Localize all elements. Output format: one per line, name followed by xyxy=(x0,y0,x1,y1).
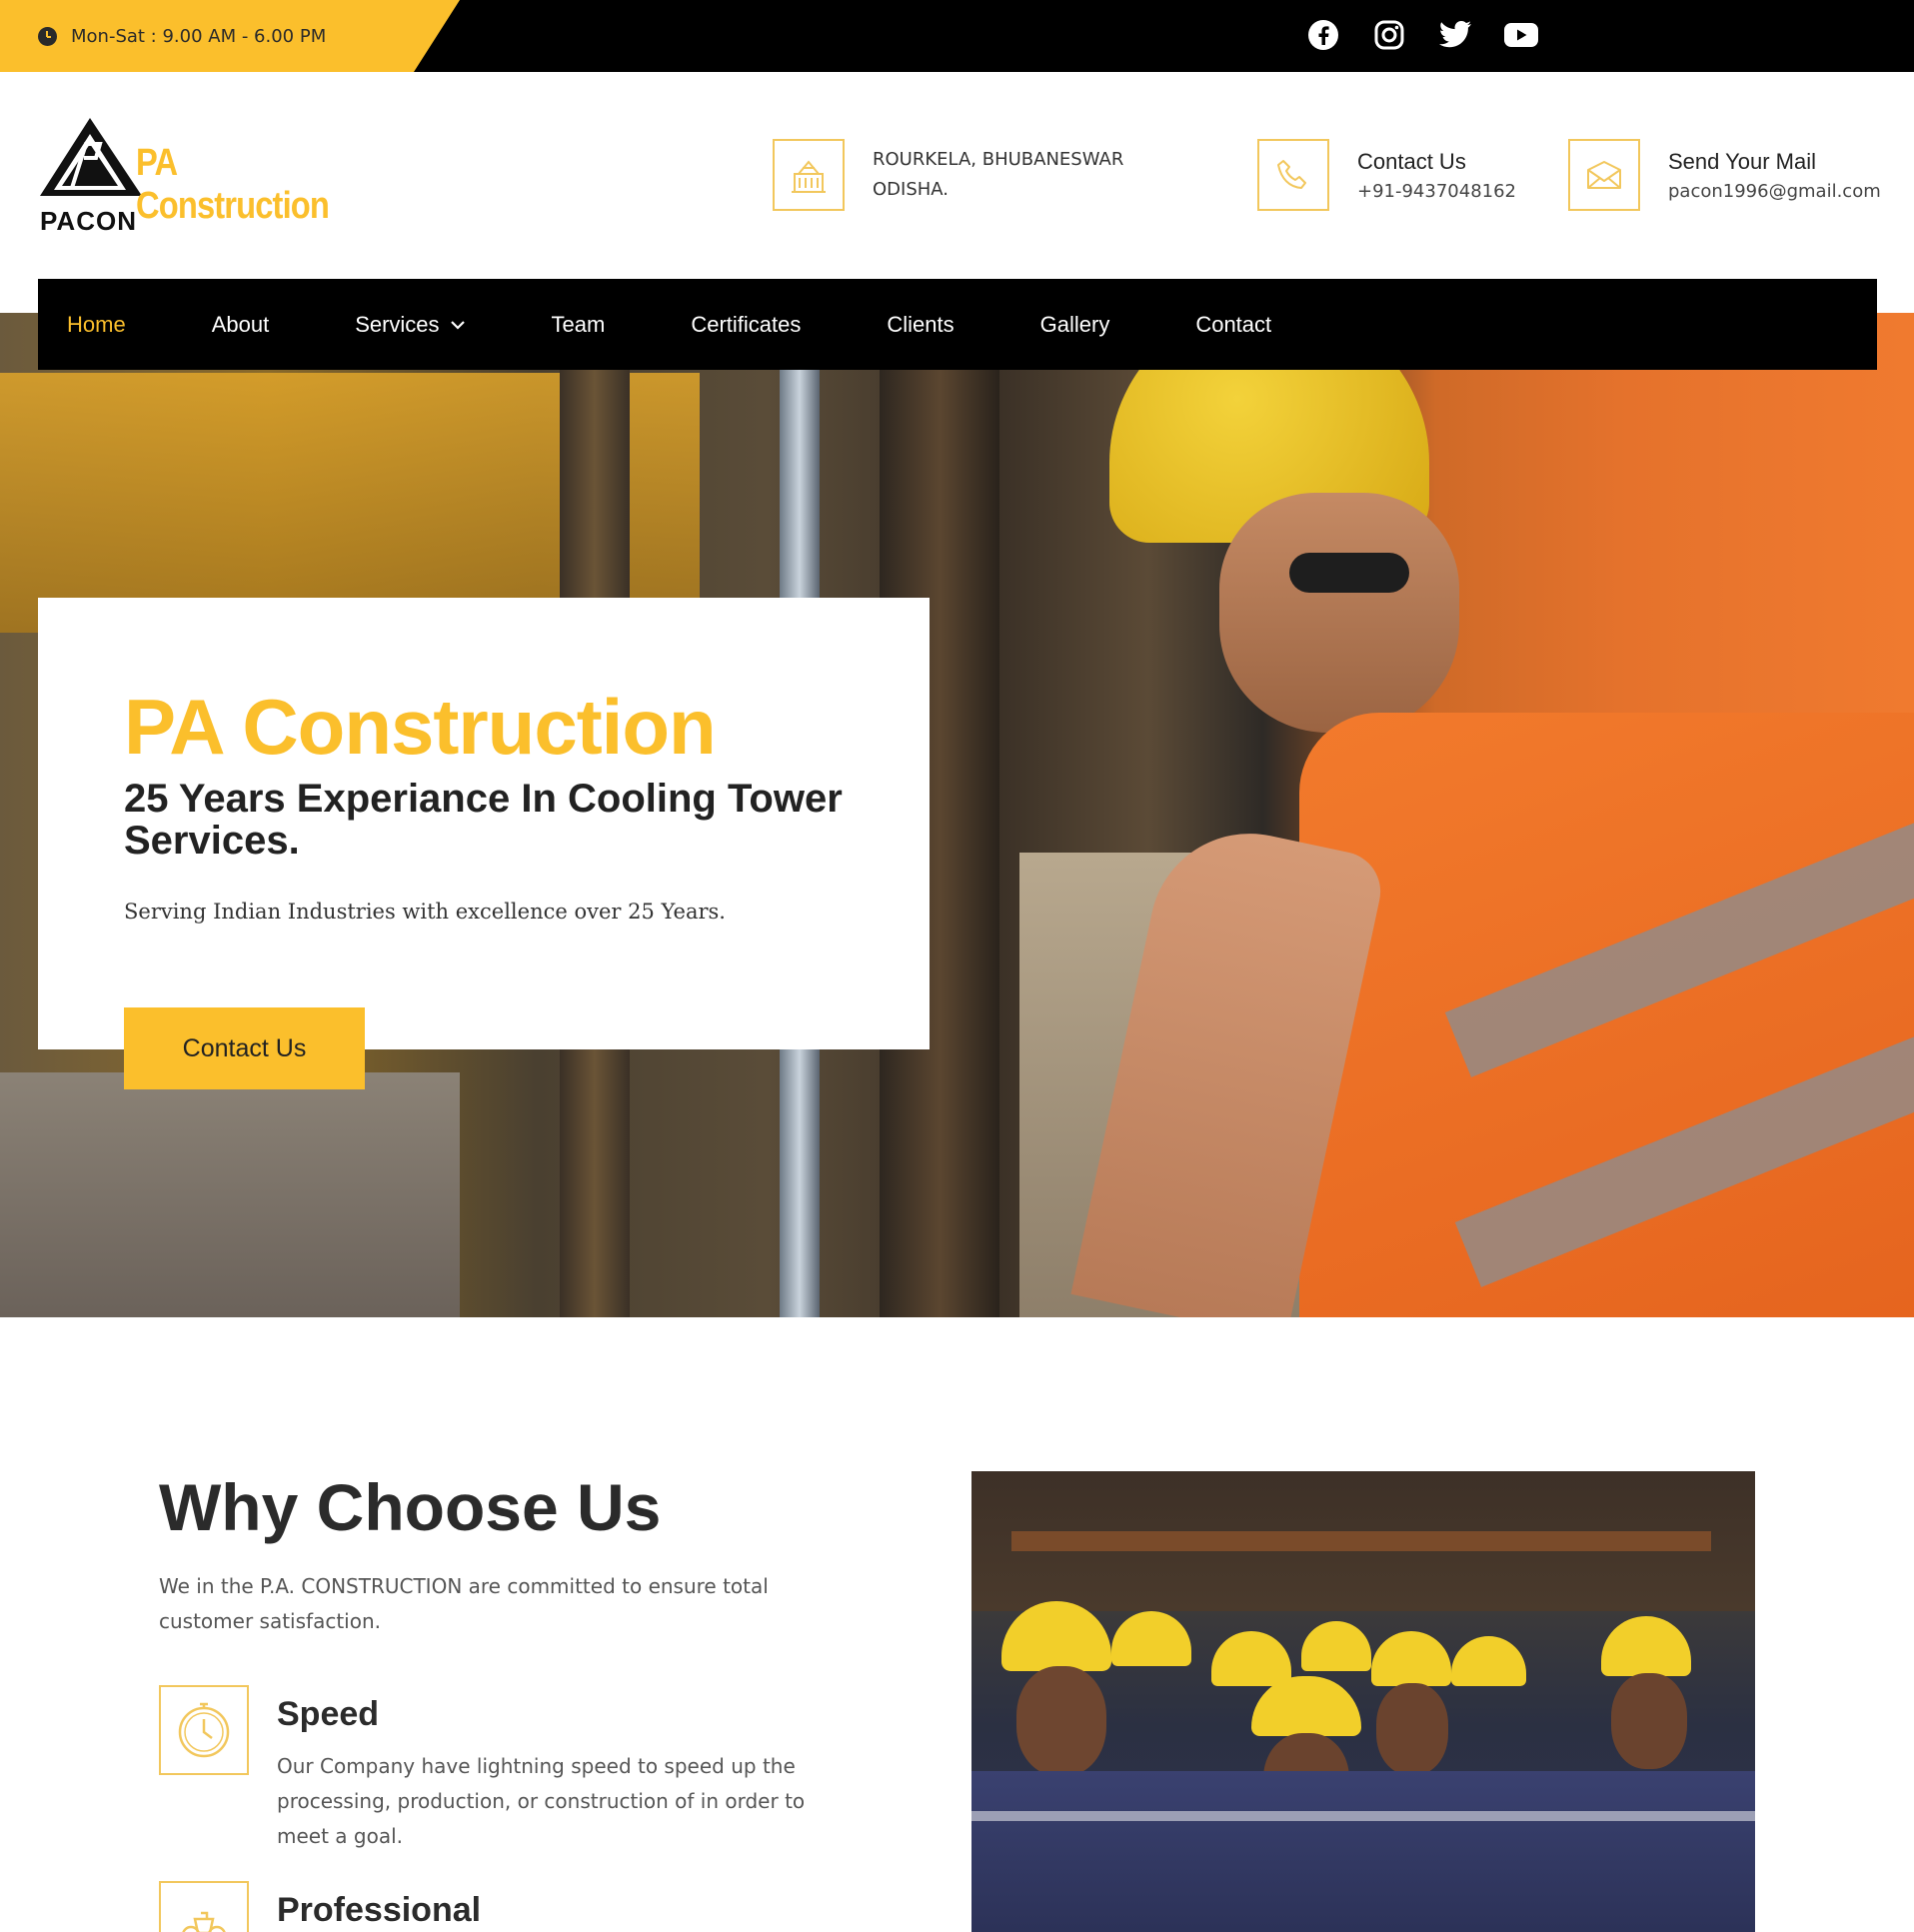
mail-icon xyxy=(1587,161,1621,189)
address-line-1: ROURKELA, BHUBANESWAR xyxy=(873,149,1124,170)
phone-icon xyxy=(1277,160,1306,189)
site-logo[interactable]: PA Construction PACON xyxy=(38,114,378,239)
contact-phone[interactable]: +91-9437048162 xyxy=(1357,181,1516,202)
why-choose-us-intro: We in the P.A. CONSTRUCTION are committe… xyxy=(159,1574,769,1633)
nav-home[interactable]: Home xyxy=(67,312,126,338)
feature-icon-box xyxy=(159,1685,249,1775)
business-hours: Mon-Sat : 9.00 AM - 6.00 PM xyxy=(0,0,460,72)
mail-heading: Send Your Mail xyxy=(1668,148,1816,174)
chevron-down-icon xyxy=(450,320,465,330)
address-info: ROURKELA, BHUBANESWAR ODISHA. xyxy=(773,139,1123,211)
clock-icon xyxy=(178,1702,230,1758)
instagram-icon[interactable] xyxy=(1371,17,1407,53)
clock-icon xyxy=(38,26,57,46)
feature-heading: Professional xyxy=(277,1891,482,1929)
nav-team[interactable]: Team xyxy=(552,312,606,338)
nav-certificates[interactable]: Certificates xyxy=(691,312,801,338)
professional-icon xyxy=(182,1911,226,1932)
hero-description: Serving Indian Industries with excellenc… xyxy=(124,900,726,924)
contact-info: Contact Us +91-9437048162 xyxy=(1257,139,1516,211)
nav-contact[interactable]: Contact xyxy=(1195,312,1271,338)
team-photo xyxy=(971,1471,1755,1932)
hero-title: PA Construction xyxy=(124,683,717,771)
feature-icon-box xyxy=(159,1881,249,1932)
top-bar: Mon-Sat : 9.00 AM - 6.00 PM xyxy=(0,0,1914,72)
business-hours-text: Mon-Sat : 9.00 AM - 6.00 PM xyxy=(71,25,327,47)
contact-heading: Contact Us xyxy=(1357,148,1466,174)
feature-heading: Speed xyxy=(277,1695,380,1733)
hero-contact-button[interactable]: Contact Us xyxy=(124,1007,365,1089)
mail-info: Send Your Mail pacon1996@gmail.com xyxy=(1568,139,1881,211)
nav-services[interactable]: Services xyxy=(355,312,465,338)
nav-clients[interactable]: Clients xyxy=(887,312,954,338)
mail-address[interactable]: pacon1996@gmail.com xyxy=(1668,181,1881,202)
logo-brand-text: PA Construction xyxy=(136,142,330,227)
phone-icon-box xyxy=(1257,139,1329,211)
building-icon-box xyxy=(773,139,845,211)
address-line-2: ODISHA. xyxy=(873,179,950,200)
twitter-icon[interactable] xyxy=(1437,17,1473,53)
mail-icon-box xyxy=(1568,139,1640,211)
nav-about[interactable]: About xyxy=(212,312,270,338)
hero-card: PA Construction 25 Years Experiance In C… xyxy=(38,598,930,1049)
logo-short-text: PACON xyxy=(40,206,137,236)
youtube-icon[interactable] xyxy=(1503,17,1539,53)
nav-gallery[interactable]: Gallery xyxy=(1040,312,1110,338)
nav-services-label: Services xyxy=(355,311,440,337)
logo-triangle-icon xyxy=(40,118,142,196)
social-links xyxy=(1305,17,1539,53)
main-nav: Home About Services Team Certificates Cl… xyxy=(38,279,1877,370)
building-icon xyxy=(792,160,826,193)
hero-subtitle: 25 Years Experiance In Cooling Tower Ser… xyxy=(124,777,843,863)
facebook-icon[interactable] xyxy=(1305,17,1341,53)
feature-description: Our Company have lightning speed to spee… xyxy=(277,1754,806,1848)
why-choose-us-title: Why Choose Us xyxy=(159,1470,662,1544)
